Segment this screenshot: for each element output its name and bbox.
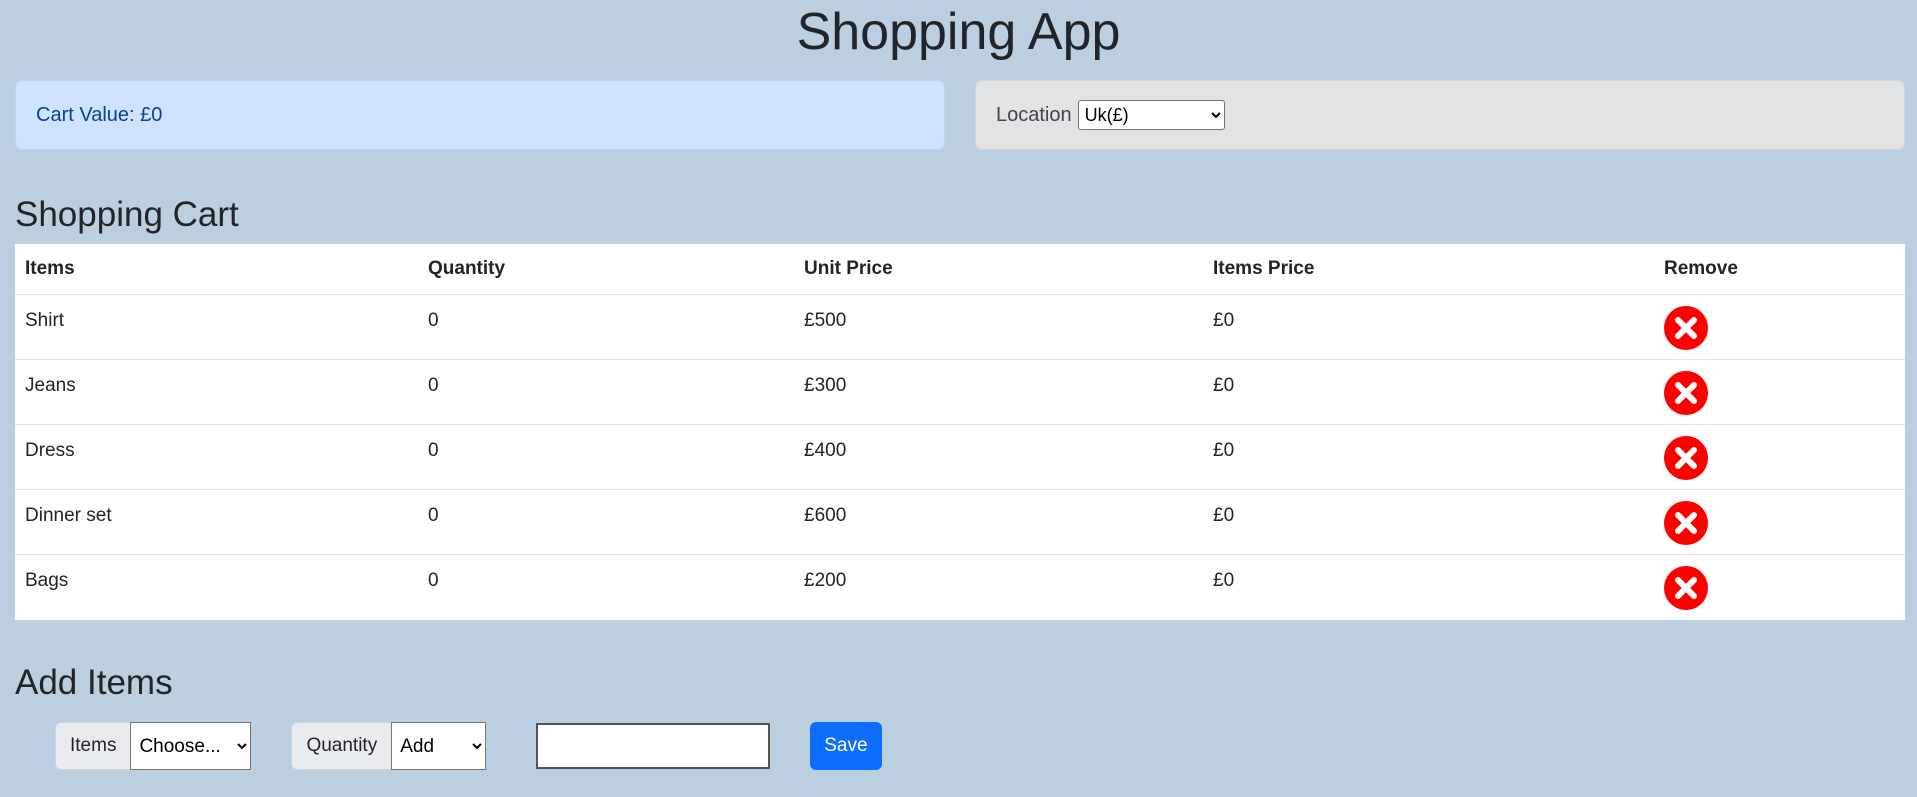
save-button[interactable]: Save xyxy=(810,722,882,770)
cell-unit-price: £600 xyxy=(794,489,1203,555)
remove-button[interactable] xyxy=(1664,371,1708,415)
quantity-input[interactable] xyxy=(536,723,771,769)
table-row: Jeans 0 £300 £0 xyxy=(15,359,1905,425)
cell-items-price: £0 xyxy=(1213,570,1235,591)
cart-table: Items Quantity Unit Price Items Price Re… xyxy=(15,244,1905,620)
header-unit-price: Unit Price xyxy=(794,244,1203,295)
items-label: Items xyxy=(55,722,131,770)
cell-remove xyxy=(1654,555,1905,620)
shopping-cart-title: Shopping Cart xyxy=(15,195,239,234)
close-circle-icon xyxy=(1675,317,1697,339)
close-circle-icon xyxy=(1675,512,1697,534)
cell-remove xyxy=(1654,489,1905,555)
close-circle-icon xyxy=(1675,382,1697,404)
quantity-input-group: Quantity Add xyxy=(291,722,487,770)
cart-value-panel: Cart Value: £0 xyxy=(15,80,945,150)
cell-item: Dinner set xyxy=(15,489,418,555)
cell-unit-price: £400 xyxy=(794,424,1203,490)
cell-remove xyxy=(1654,424,1905,490)
cell-unit-price: £200 xyxy=(804,570,847,591)
add-items-form: Items Choose... Quantity Add Save xyxy=(55,722,882,770)
header-items-price: Items Price xyxy=(1203,244,1654,295)
remove-button[interactable] xyxy=(1664,306,1708,350)
cell-items-price: £0 xyxy=(1203,359,1654,425)
cell-item: Jeans xyxy=(15,359,418,425)
quantity-action-select[interactable]: Add xyxy=(391,722,487,770)
remove-button[interactable] xyxy=(1664,566,1708,610)
close-circle-icon xyxy=(1675,447,1697,469)
location-select[interactable]: Uk(£) xyxy=(1077,100,1225,130)
remove-button[interactable] xyxy=(1664,436,1708,480)
header-quantity: Quantity xyxy=(418,244,794,295)
shopping-app-page: Shopping App Cart Value: £0 Location Uk(… xyxy=(0,0,1917,797)
location-label: Location xyxy=(996,103,1072,126)
table-row: Bags 0 £200 £0 xyxy=(15,555,1905,620)
app-title: Shopping App xyxy=(796,3,1121,61)
cell-items-price: £0 xyxy=(1203,489,1654,555)
cell-unit-price: £300 xyxy=(794,359,1203,425)
cell-quantity: 0 xyxy=(418,424,794,490)
cell-unit-price: £500 xyxy=(794,294,1203,360)
header-items: Items xyxy=(15,244,418,295)
cell-item: Dress xyxy=(15,424,418,490)
header-remove: Remove xyxy=(1654,244,1905,295)
items-select[interactable]: Choose... xyxy=(130,722,252,770)
cell-item: Bags xyxy=(25,570,69,591)
cart-value-label: Cart Value: £0 xyxy=(36,103,163,126)
cell-remove xyxy=(1654,359,1905,425)
cell-items-price: £0 xyxy=(1203,424,1654,490)
cell-remove xyxy=(1654,294,1905,360)
cell-quantity: 0 xyxy=(418,489,794,555)
table-row: Dinner set 0 £600 £0 xyxy=(15,489,1905,555)
cart-header-row: Items Quantity Unit Price Items Price Re… xyxy=(15,244,1905,295)
cell-items-price: £0 xyxy=(1203,294,1654,360)
table-row: Shirt 0 £500 £0 xyxy=(15,294,1905,360)
location-panel: Location Uk(£) xyxy=(975,80,1905,150)
items-input-group: Items Choose... xyxy=(55,722,252,770)
cell-quantity: 0 xyxy=(418,294,794,360)
cell-quantity: 0 xyxy=(418,359,794,425)
quantity-label: Quantity xyxy=(291,722,392,770)
cell-quantity: 0 xyxy=(428,570,439,591)
add-items-title: Add Items xyxy=(15,663,173,702)
close-circle-icon xyxy=(1675,577,1697,599)
cart-body: Shirt 0 £500 £0 Jeans 0 £300 £0 Dress 0 … xyxy=(15,294,1905,620)
table-row: Dress 0 £400 £0 xyxy=(15,424,1905,490)
remove-button[interactable] xyxy=(1664,501,1708,545)
cell-item: Shirt xyxy=(15,294,418,360)
